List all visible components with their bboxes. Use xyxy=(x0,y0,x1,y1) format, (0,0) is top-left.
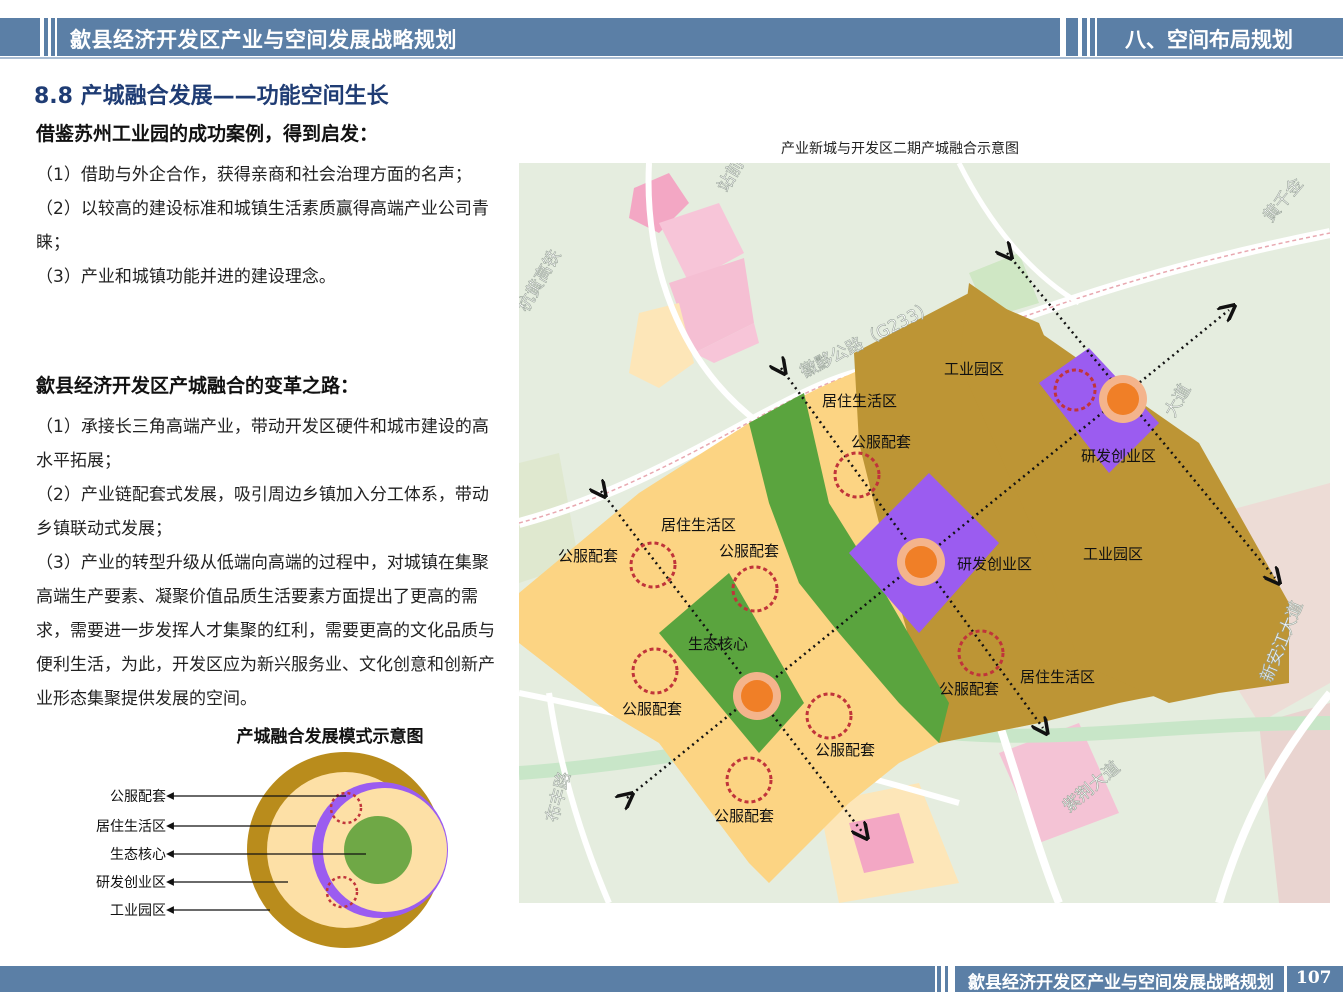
zone-label-service: 公服配套 xyxy=(714,807,774,825)
block1-item: （2）以较高的建设标准和城镇生活素质赢得高端产业公司青睐； xyxy=(36,199,489,253)
header-stripe xyxy=(1087,18,1090,56)
section-title: 8.8 产城融合发展——功能空间生长 xyxy=(34,84,389,109)
diagram-label-residential: 居住生活区 xyxy=(96,819,166,835)
zone-label-residential: 居住生活区 xyxy=(1020,668,1095,686)
zone-label-industrial: 工业园区 xyxy=(1083,545,1143,563)
header-stripe xyxy=(1078,18,1082,56)
zone-label-residential: 居住生活区 xyxy=(822,392,897,410)
block1-heading: 借鉴苏州工业园的成功案例，得到启发： xyxy=(36,123,379,145)
land-use-map: 徽黟公路（G233） 杭黄高铁 站前 黄千金 紫荆大道 新安江大道 布丰路 大道… xyxy=(519,163,1330,903)
development-node xyxy=(741,680,773,712)
block2-item: （2）产业链配套式发展，吸引周边乡镇加入分工体系，带动乡镇联动式发展； xyxy=(36,485,489,539)
block1-list: （1）借助与外企合作，获得亲商和社会治理方面的名声； （2）以较高的建设标准和城… xyxy=(36,158,498,294)
block1-item: （1）借助与外企合作，获得亲商和社会治理方面的名声； xyxy=(36,165,472,185)
diagram-label-service: 公服配套 xyxy=(110,789,166,805)
zone-label-service: 公服配套 xyxy=(558,547,618,565)
footer-stripe xyxy=(937,966,941,992)
zone-label-service: 公服配套 xyxy=(622,700,682,718)
page-number: 107 xyxy=(1296,968,1332,988)
map-caption: 产业新城与开发区二期产城融合示意图 xyxy=(781,141,1019,157)
diagram-label-industrial: 工业园区 xyxy=(110,903,166,919)
header-section-title: 八、空间布局规划 xyxy=(1125,28,1293,52)
footer-bar xyxy=(0,966,935,992)
block2-item: （1）承接长三角高端产业，带动开发区硬件和城市建设的高水平拓展； xyxy=(36,417,489,471)
header-stripe xyxy=(40,18,44,56)
zone-label-rd: 研发创业区 xyxy=(1081,447,1156,465)
mode-diagram: 公服配套 居住生活区 生态核心 研发创业区 工业园区 xyxy=(96,752,448,948)
diagram-label-rd: 研发创业区 xyxy=(96,875,166,891)
development-node xyxy=(1107,383,1139,415)
zone-label-rd: 研发创业区 xyxy=(957,555,1032,573)
diagram-label-eco-core: 生态核心 xyxy=(110,847,166,863)
block2-item: （3）产业的转型升级从低端向高端的过程中，对城镇在集聚高端生产要素、凝聚价值品质… xyxy=(36,553,495,709)
header-stripe xyxy=(1095,18,1097,56)
zone-label-industrial: 工业园区 xyxy=(944,360,1004,378)
block2-heading: 歙县经济开发区产城融合的变革之路： xyxy=(36,375,360,397)
header-divider xyxy=(0,57,1343,59)
zone-label-service: 公服配套 xyxy=(815,741,875,759)
diagram-title: 产城融合发展模式示意图 xyxy=(236,727,424,747)
diagram-eco-core xyxy=(344,816,412,884)
block1-item: （3）产业和城镇功能并进的建设理念。 xyxy=(36,267,336,287)
block2-list: （1）承接长三角高端产业，带动开发区硬件和城市建设的高水平拓展； （2）产业链配… xyxy=(36,410,498,716)
zone-label-service: 公服配套 xyxy=(939,680,999,698)
footer-stripe xyxy=(1284,966,1287,992)
footer-stripe xyxy=(945,966,948,992)
zone-label-service: 公服配套 xyxy=(719,542,779,560)
header-stripe xyxy=(48,18,51,56)
zone-label-eco-core: 生态核心 xyxy=(688,635,748,653)
development-node xyxy=(905,546,937,578)
header-stripe xyxy=(55,18,57,56)
header-doc-title: 歙县经济开发区产业与空间发展战略规划 xyxy=(70,28,457,52)
zone-label-service: 公服配套 xyxy=(851,433,911,451)
zone-label-residential: 居住生活区 xyxy=(661,516,736,534)
footer-doc-title: 歙县经济开发区产业与空间发展战略规划 xyxy=(968,973,1274,993)
